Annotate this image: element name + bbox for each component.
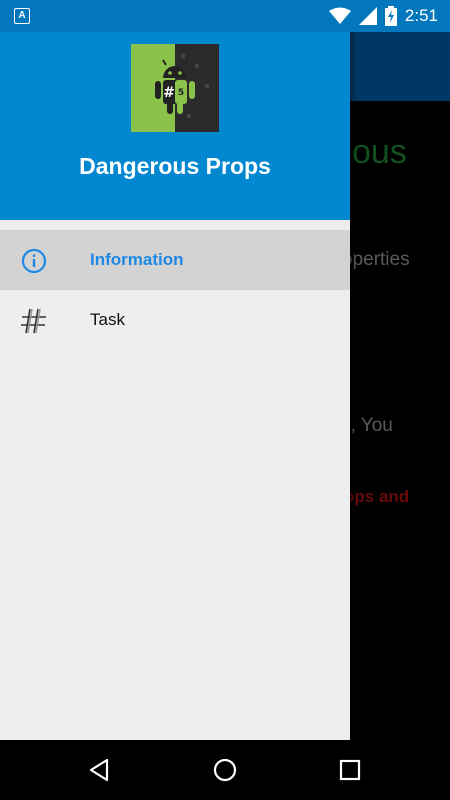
battery-charging-icon (384, 6, 397, 26)
hash-icon (21, 308, 46, 334)
clock: 2:51 (404, 6, 438, 25)
back-icon[interactable] (86, 757, 112, 783)
menu-item-information[interactable]: Information (0, 230, 350, 290)
menu-item-task[interactable]: Task (0, 290, 350, 350)
menu-item-label: Task (90, 310, 125, 329)
drawer-scrim[interactable] (350, 32, 450, 740)
drawer-menu: Information Task (0, 230, 350, 350)
app-logo: # 5 (131, 44, 219, 132)
signal-icon (358, 7, 377, 25)
status-icons: 2:51 (328, 6, 438, 26)
notification-icon: A (14, 8, 30, 24)
drawer-title: Dangerous Props (79, 153, 271, 179)
home-icon[interactable] (212, 757, 238, 783)
info-icon (21, 248, 47, 274)
svg-text:5: 5 (178, 88, 184, 98)
system-nav-bar (0, 740, 450, 800)
navigation-drawer: # 5 Dangerous Props Information Task (0, 0, 350, 740)
menu-item-label: Information (90, 250, 184, 269)
drawer-header: # 5 Dangerous Props (0, 32, 350, 220)
svg-text:#: # (163, 85, 175, 101)
wifi-icon (328, 7, 351, 24)
status-bar: A 2:51 (0, 0, 450, 32)
recents-icon[interactable] (337, 757, 363, 783)
